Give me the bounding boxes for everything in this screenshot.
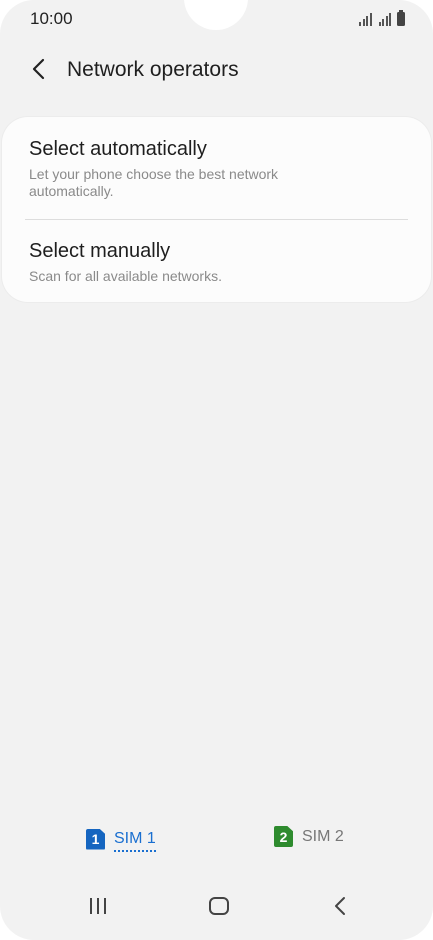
nav-back-button[interactable] [320,892,360,920]
status-time: 10:00 [30,9,73,28]
camera-notch [184,0,248,30]
status-bar: 10:00 [0,0,433,38]
option-description: Let your phone choose the best network a… [29,166,279,199]
signal-sim2-icon [378,12,391,26]
sim-tabs: 1 SIM 1 2 SIM 2 [0,826,433,862]
select-manually-option[interactable]: Select manually Scan for all available n… [2,239,431,299]
sim1-label: SIM 1 [114,830,156,852]
home-icon [209,897,229,915]
sim2-card-icon: 2 [274,826,293,847]
options-card: Select automatically Let your phone choo… [2,117,431,302]
option-title: Select automatically [29,138,207,160]
option-description: Scan for all available networks. [29,268,222,284]
select-automatically-option[interactable]: Select automatically Let your phone choo… [2,137,431,219]
back-button[interactable] [22,52,56,86]
signal-sim1-icon [359,12,372,26]
sim1-tab[interactable]: 1 SIM 1 [86,826,156,852]
nav-back-icon [335,897,345,915]
phone-screen: 10:00 Network operators Select automatic… [0,0,433,940]
status-icons [359,10,405,26]
home-button[interactable] [199,892,239,920]
recent-apps-button[interactable] [78,892,118,920]
app-header: Network operators [0,50,433,90]
chevron-left-icon [32,58,45,80]
recent-apps-icon [90,898,106,914]
option-title: Select manually [29,240,171,262]
sim1-card-icon: 1 [86,828,105,850]
sim2-label: SIM 2 [302,827,344,845]
divider [25,219,408,220]
page-title: Network operators [67,58,239,81]
navigation-bar [0,880,433,940]
sim2-tab[interactable]: 2 SIM 2 [274,826,344,847]
battery-icon [397,10,405,26]
